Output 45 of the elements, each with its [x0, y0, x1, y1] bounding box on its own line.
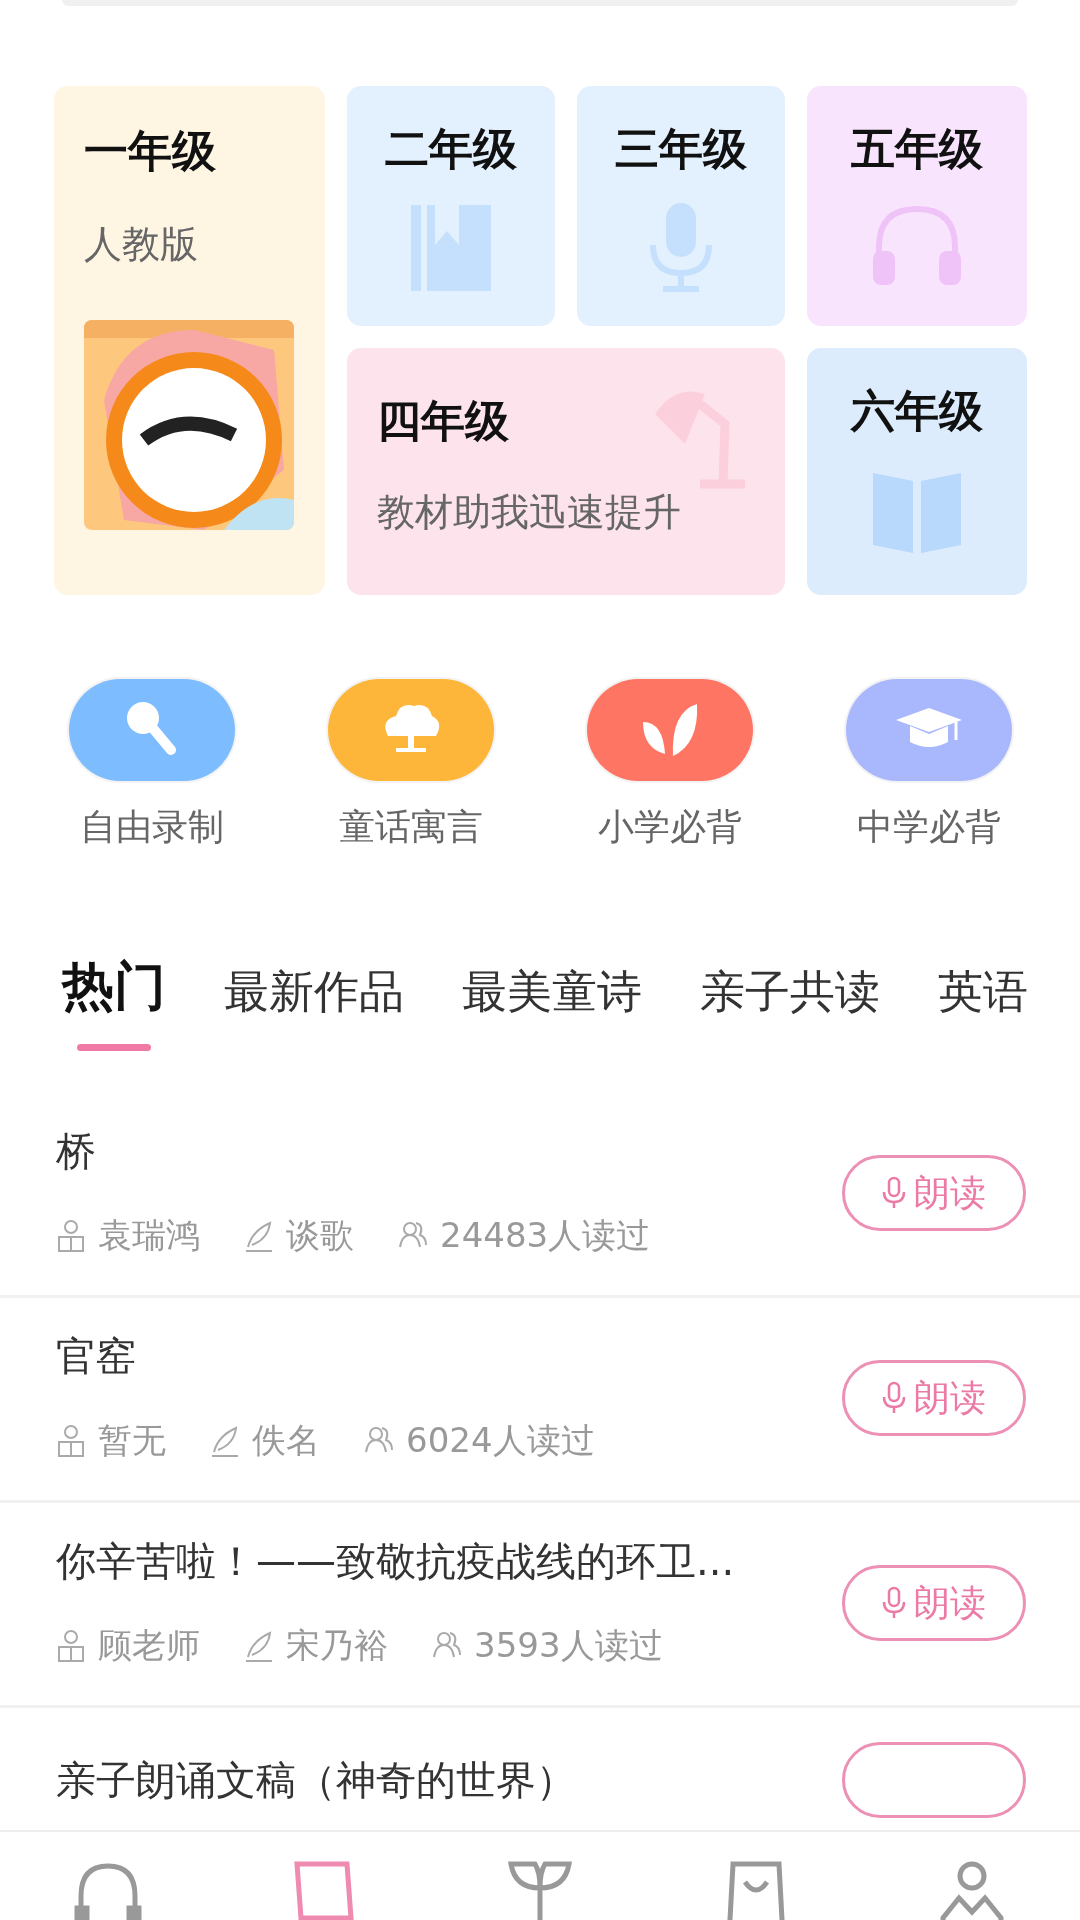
feature-label[interactable]: 自由录制 — [79, 803, 224, 852]
microphone-icon — [882, 1586, 906, 1620]
grade-title: 二年级 — [385, 122, 517, 176]
feature-label[interactable]: 童话寓言 — [338, 803, 483, 852]
reader-icon — [56, 1424, 86, 1458]
work-title[interactable]: 你辛苦啦！——致敬抗疫战线的环卫... — [56, 1537, 842, 1585]
grade-subtitle: 人教版 — [84, 221, 198, 268]
grade-card[interactable]: 一年级 人教版 — [54, 86, 325, 595]
microphone-icon — [882, 1176, 906, 1210]
category-tab[interactable]: 热门 — [62, 952, 166, 1051]
category-tab[interactable]: 英语 — [938, 962, 1028, 1051]
reader-name: 暂无 — [98, 1419, 166, 1462]
pen-icon — [210, 1424, 240, 1458]
reader-name: 袁瑞鸿 — [98, 1214, 200, 1257]
grade-card[interactable]: 二年级 — [347, 86, 555, 326]
author-name: 宋乃裕 — [286, 1624, 388, 1667]
work-title[interactable]: 官窑 — [56, 1332, 842, 1380]
grade-title: 三年级 — [615, 122, 747, 176]
reader-icon — [56, 1629, 86, 1663]
reader-icon — [56, 1219, 86, 1253]
category-tab[interactable]: 最美童诗 — [462, 962, 642, 1051]
read-count: 24483人读过 — [440, 1214, 651, 1257]
microphone-icon — [882, 1381, 906, 1415]
grade-title: 四年级 — [377, 394, 509, 448]
reader-name: 顾老师 — [98, 1624, 200, 1667]
feature-label[interactable]: 中学必背 — [856, 803, 1001, 852]
pen-icon — [244, 1219, 274, 1253]
category-tab[interactable]: 最新作品 — [224, 962, 404, 1051]
work-title[interactable]: 桥 — [56, 1127, 842, 1175]
grade-subtitle: 教材助我迅速提升 — [377, 489, 681, 536]
grade-title: 一年级 — [84, 124, 216, 178]
work-title[interactable]: 亲子朗诵文稿（神奇的世界） — [56, 1756, 842, 1804]
read-count: 3593人读过 — [474, 1624, 663, 1667]
read-count: 6024人读过 — [406, 1419, 595, 1462]
author-name: 佚名 — [252, 1419, 320, 1462]
category-tab[interactable]: 亲子共读 — [700, 962, 880, 1051]
pen-icon — [244, 1629, 274, 1663]
author-name: 谈歌 — [286, 1214, 354, 1257]
grade-title: 五年级 — [851, 122, 983, 176]
grade-card[interactable]: 四年级 教材助我迅速提升 — [347, 348, 785, 595]
grade-title: 六年级 — [851, 384, 983, 438]
grade-card[interactable]: 六年级 — [807, 348, 1027, 595]
grade-card[interactable]: 三年级 — [577, 86, 785, 326]
grade-card[interactable]: 五年级 — [807, 86, 1027, 326]
feature-label[interactable]: 小学必背 — [597, 803, 742, 852]
